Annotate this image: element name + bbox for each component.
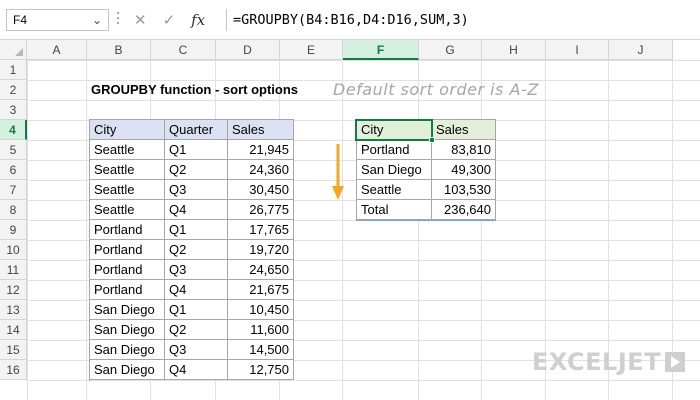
source-cell[interactable]: 21,945	[228, 140, 294, 160]
row-header-2[interactable]: 2	[0, 80, 27, 100]
column-header-g[interactable]: G	[419, 40, 482, 60]
row-header-5[interactable]: 5	[0, 140, 27, 160]
fill-handle[interactable]	[429, 137, 435, 143]
row-header-15[interactable]: 15	[0, 340, 27, 360]
source-cell[interactable]: Q4	[165, 360, 228, 380]
row-header-14[interactable]: 14	[0, 320, 27, 340]
source-header-cell[interactable]: City	[90, 120, 165, 140]
column-header-d[interactable]: D	[216, 40, 280, 60]
source-cell[interactable]: 19,720	[228, 240, 294, 260]
logo-text: EXCELJET	[532, 348, 662, 376]
source-cell[interactable]: 24,360	[228, 160, 294, 180]
row-header-4[interactable]: 4	[0, 120, 27, 140]
source-cell[interactable]: Q4	[165, 280, 228, 300]
source-cell[interactable]: Seattle	[90, 160, 165, 180]
column-header-b[interactable]: B	[87, 40, 151, 60]
source-cell[interactable]: Q2	[165, 160, 228, 180]
source-cell[interactable]: 11,600	[228, 320, 294, 340]
column-header-e[interactable]: E	[280, 40, 343, 60]
source-cell[interactable]: Q3	[165, 180, 228, 200]
source-cell[interactable]: Q4	[165, 200, 228, 220]
source-cell[interactable]: Q2	[165, 240, 228, 260]
source-cell[interactable]: Portland	[90, 240, 165, 260]
column-header-a[interactable]: A	[27, 40, 87, 60]
sheet-title: GROUPBY function - sort options	[91, 82, 299, 97]
source-cell[interactable]: 24,650	[228, 260, 294, 280]
select-all-button[interactable]	[0, 40, 27, 60]
result-cell[interactable]: 236,640	[432, 200, 496, 220]
result-cell[interactable]: San Diego	[357, 160, 432, 180]
source-cell[interactable]: Q1	[165, 140, 228, 160]
row-header-3[interactable]: 3	[0, 100, 27, 120]
down-arrow-icon	[332, 144, 344, 200]
column-header-i[interactable]: I	[546, 40, 609, 60]
source-cell[interactable]: 30,450	[228, 180, 294, 200]
source-cell[interactable]: San Diego	[90, 320, 165, 340]
row-header-8[interactable]: 8	[0, 200, 27, 220]
result-cell[interactable]: Total	[357, 200, 432, 220]
source-cell[interactable]: Portland	[90, 220, 165, 240]
source-cell[interactable]: Q3	[165, 340, 228, 360]
source-cell[interactable]: Q3	[165, 260, 228, 280]
formula-input[interactable]: =GROUPBY(B4:B16,D4:D16,SUM,3)	[226, 9, 696, 31]
result-cell[interactable]: 103,530	[432, 180, 496, 200]
cancel-icon[interactable]: ✕	[134, 11, 147, 29]
column-gridline	[418, 60, 419, 400]
source-cell[interactable]: Seattle	[90, 180, 165, 200]
enter-icon[interactable]: ✓	[163, 11, 176, 29]
chevron-down-icon[interactable]: ⌄	[92, 10, 102, 30]
result-header-cell[interactable]: Sales	[432, 120, 496, 140]
source-cell[interactable]: Seattle	[90, 140, 165, 160]
insert-function-icon[interactable]: fx	[191, 11, 205, 29]
row-header-1[interactable]: 1	[0, 60, 27, 80]
source-cell[interactable]: 10,450	[228, 300, 294, 320]
column-header-j[interactable]: J	[609, 40, 673, 60]
name-box-value: F4	[13, 13, 28, 27]
row-header-6[interactable]: 6	[0, 160, 27, 180]
exceljet-logo: EXCELJET	[532, 348, 686, 376]
source-header-cell[interactable]: Sales	[228, 120, 294, 140]
source-cell[interactable]: Portland	[90, 260, 165, 280]
result-cell[interactable]: Seattle	[357, 180, 432, 200]
result-cell[interactable]: Portland	[357, 140, 432, 160]
source-cell[interactable]: Q2	[165, 320, 228, 340]
source-cell[interactable]: San Diego	[90, 300, 165, 320]
source-cell[interactable]: Q1	[165, 220, 228, 240]
source-cell[interactable]: 14,500	[228, 340, 294, 360]
row-header-7[interactable]: 7	[0, 180, 27, 200]
formula-buttons: ✕ ✓ fx	[126, 9, 224, 31]
source-cell[interactable]: 17,765	[228, 220, 294, 240]
column-header-h[interactable]: H	[482, 40, 546, 60]
row-header-10[interactable]: 10	[0, 240, 27, 260]
column-gridline	[86, 60, 87, 400]
source-cell[interactable]: 21,675	[228, 280, 294, 300]
row-header-16[interactable]: 16	[0, 360, 27, 380]
active-cell-selection[interactable]	[355, 119, 433, 141]
name-box[interactable]: F4 ⌄	[6, 9, 109, 31]
source-cell[interactable]: Portland	[90, 280, 165, 300]
result-cell[interactable]: 83,810	[432, 140, 496, 160]
source-cell[interactable]: 12,750	[228, 360, 294, 380]
result-cell[interactable]: 49,300	[432, 160, 496, 180]
source-cell[interactable]: San Diego	[90, 340, 165, 360]
column-gridline	[342, 60, 343, 400]
column-gridline	[481, 60, 482, 400]
row-header-12[interactable]: 12	[0, 280, 27, 300]
source-cell[interactable]: 26,775	[228, 200, 294, 220]
drag-handle-icon[interactable]	[116, 12, 120, 28]
exceljet-logo-icon	[665, 352, 686, 372]
row-header-13[interactable]: 13	[0, 300, 27, 320]
row-header-11[interactable]: 11	[0, 260, 27, 280]
column-header-c[interactable]: C	[151, 40, 216, 60]
source-cell[interactable]: San Diego	[90, 360, 165, 380]
formula-bar: F4 ⌄ ✕ ✓ fx =GROUPBY(B4:B16,D4:D16,SUM,3…	[0, 0, 700, 40]
source-cell[interactable]: Q1	[165, 300, 228, 320]
row-header-9[interactable]: 9	[0, 220, 27, 240]
sort-note: Default sort order is A-Z	[333, 80, 539, 99]
column-header-f[interactable]: F	[343, 40, 419, 60]
source-cell[interactable]: Seattle	[90, 200, 165, 220]
source-header-cell[interactable]: Quarter	[165, 120, 228, 140]
